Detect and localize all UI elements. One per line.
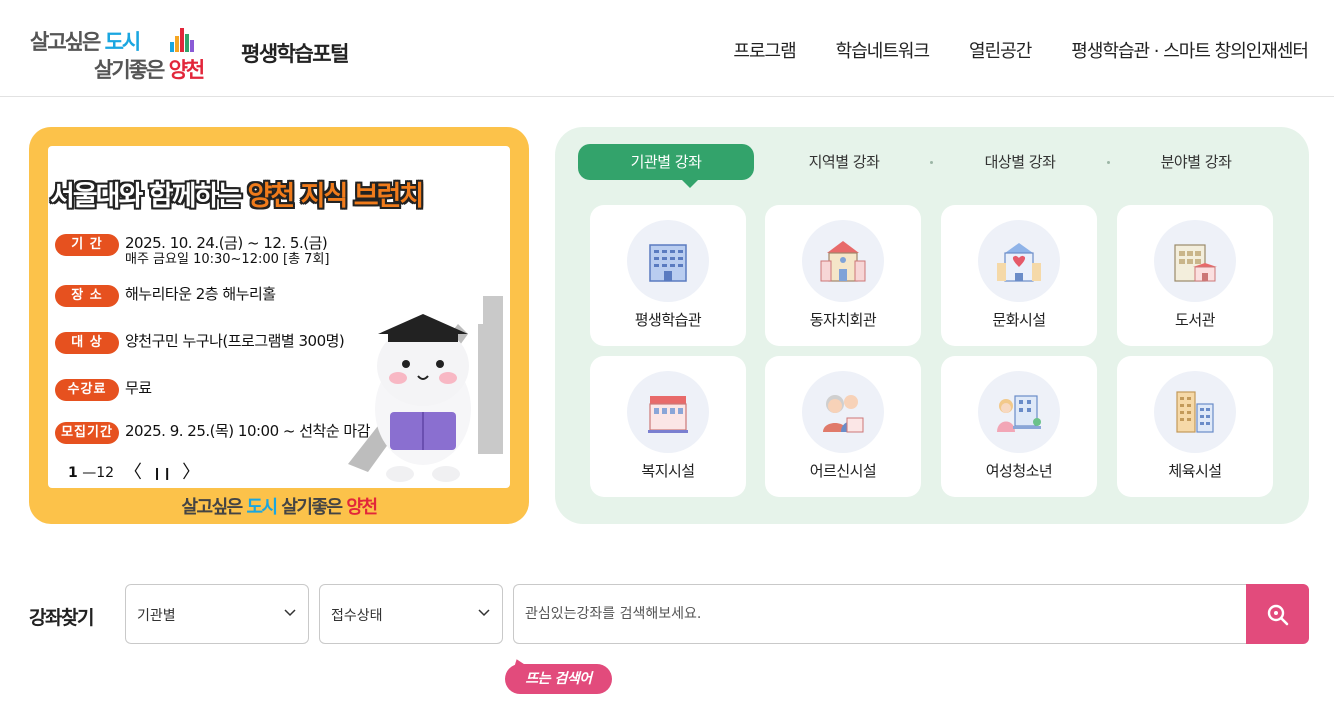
info-text: 양천구민 누구나(프로그램별 300명) [125,332,345,350]
search-button[interactable] [1246,584,1309,644]
card-label: 여성청소년 [985,462,1053,480]
sports-facility-icon [1176,391,1214,433]
card-lifelong-learning-center[interactable]: 평생학습관 [590,205,746,346]
status-select[interactable]: 접수상태 [319,584,503,644]
card-sports-facility[interactable]: 체육시설 [1117,356,1273,497]
info-row-period: 기 간 2025. 10. 24.(금) ~ 12. 5.(금) 매주 금요일 … [55,234,329,268]
select-value: 기관별 [137,608,176,624]
card-label: 동자치회관 [809,311,877,329]
women-youth-icon [997,395,1041,432]
card-label: 도서관 [1175,311,1215,329]
info-badge: 수강료 [55,379,119,401]
logo-line-2: 살기좋은 양천 [94,58,205,82]
office-building-icon [649,244,687,282]
info-badge: 대 상 [55,332,119,354]
category-cards: 평생학습관 동자치회관 문화시설 도서관 복지시설 어르신시설 여성청소년 체육… [590,205,1274,497]
card-icon-circle [978,220,1060,302]
info-text: 2025. 10. 24.(금) ~ 12. 5.(금) [125,234,328,252]
slide-indicator: 1 —12 [68,465,115,481]
category-tabs: 기관별 강좌 지역별 강좌 대상별 강좌 분야별 강좌 [578,144,1288,188]
nav-item-network[interactable]: 학습네트워크 [836,37,930,63]
info-subtext: 매주 금요일 10:30~12:00 [총 7회] [125,252,330,267]
main-nav: 프로그램 학습네트워크 열린공간 평생학습관 · 스마트 창의인재센터 [733,37,1309,63]
card-label: 평생학습관 [634,311,702,329]
active-tab-arrow [682,180,698,188]
prev-slide-icon[interactable]: 〈 [124,464,142,482]
chevron-down-icon [478,609,490,617]
institution-select[interactable]: 기관별 [125,584,309,644]
pause-icon[interactable]: ❙❙ [152,464,172,482]
info-badge: 모집기간 [55,422,119,444]
card-icon-circle [1154,371,1236,453]
banner-title: 서울대와 함께하는 양천 지식 브런치 [50,181,424,212]
info-row-place: 장 소 해누리타운 2층 해누리홀 [55,285,276,307]
course-search-label: 강좌찾기 [29,607,94,629]
card-label: 어르신시설 [809,462,877,480]
card-welfare-facility[interactable]: 복지시설 [590,356,746,497]
info-text: 해누리타운 2층 해누리홀 [125,285,276,303]
tab-separator-dot [1107,161,1110,164]
banner-slide[interactable]: 서울대와 함께하는 양천 지식 브런치 기 간 2025. 10. 24.(금)… [48,146,510,488]
tab-by-target[interactable]: 대상별 강좌 [950,144,1090,180]
card-label: 체육시설 [1168,462,1222,480]
card-library[interactable]: 도서관 [1117,205,1273,346]
nav-item-open-space[interactable]: 열린공간 [969,37,1032,63]
senior-facility-icon [823,395,864,433]
slide-controls: 1 —12 〈 ❙❙ 〉 [68,464,200,482]
search-input-wrapper [513,584,1247,644]
card-icon-circle [978,371,1060,453]
search-input[interactable] [514,585,1247,643]
card-icon-circle [802,220,884,302]
logo-bars-icon [170,28,194,52]
tab-by-institution[interactable]: 기관별 강좌 [578,144,754,180]
card-community-center[interactable]: 동자치회관 [765,205,921,346]
portal-title[interactable]: 평생학습포털 [241,38,349,68]
card-women-youth[interactable]: 여성청소년 [941,356,1097,497]
tab-by-region[interactable]: 지역별 강좌 [774,144,914,180]
promo-banner[interactable]: 서울대와 함께하는 양천 지식 브런치 기 간 2025. 10. 24.(금)… [29,127,529,524]
welfare-facility-icon [648,396,688,433]
banner-footer-slogan: 살고싶은 도시 살기좋은 양천 [181,497,378,518]
library-icon [1174,244,1217,282]
tab-separator-dot [930,161,933,164]
info-row-recruit: 모집기간 2025. 9. 25.(목) 10:00 ~ 선착순 마감 [55,422,371,444]
community-center-icon [820,241,866,282]
card-senior-facility[interactable]: 어르신시설 [765,356,921,497]
hot-keywords-badge[interactable]: 뜨는 검색어 [505,664,612,694]
site-logo[interactable]: 살고싶은 도시 살기좋은 양천 [30,22,226,82]
card-icon-circle [1154,220,1236,302]
nav-item-learning-center[interactable]: 평생학습관 · 스마트 창의인재센터 [1071,37,1309,63]
next-slide-icon[interactable]: 〉 [182,464,200,482]
culture-facility-icon [997,243,1041,282]
site-header: 살고싶은 도시 살기좋은 양천 평생학습포털 프로그램 학습네트워크 열린공간 … [0,0,1334,97]
info-row-fee: 수강료 무료 [55,379,152,401]
card-label: 복지시설 [641,462,695,480]
card-culture-facility[interactable]: 문화시설 [941,205,1097,346]
info-badge: 기 간 [55,234,119,256]
card-icon-circle [802,371,884,453]
info-text: 무료 [125,379,152,397]
card-icon-circle [627,371,709,453]
nav-item-program[interactable]: 프로그램 [733,37,796,63]
select-value: 접수상태 [331,608,383,624]
chevron-down-icon [284,609,296,617]
course-category-panel: 기관별 강좌 지역별 강좌 대상별 강좌 분야별 강좌 평생학습관 동자치회관 … [555,127,1309,524]
mascot-cat-illustration [348,296,503,482]
info-row-target: 대 상 양천구민 누구나(프로그램별 300명) [55,332,345,354]
logo-line-1: 살고싶은 도시 [30,30,141,54]
tab-by-field[interactable]: 분야별 강좌 [1126,144,1266,180]
search-icon [1267,604,1289,626]
info-badge: 장 소 [55,285,119,307]
card-icon-circle [627,220,709,302]
card-label: 문화시설 [992,311,1046,329]
